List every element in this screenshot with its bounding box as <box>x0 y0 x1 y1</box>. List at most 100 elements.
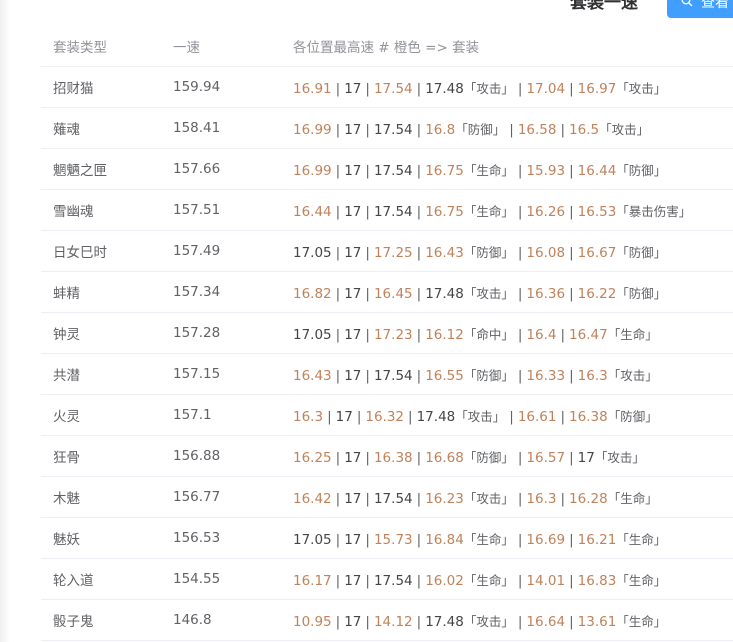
speed-cell: 159.94 <box>173 79 221 95</box>
positions-cell: 16.99 | 17 | 17.54 | 16.8「防御」 | 16.58 | 16.5「攻击」 <box>281 119 733 138</box>
position-speed: 17.54 <box>373 121 413 138</box>
position-speed: 17.04 <box>526 80 566 97</box>
main-stat-tag: 「防御」 <box>616 162 667 178</box>
set-type-cell: 钟灵 <box>53 327 80 343</box>
set-type-cell: 狂骨 <box>53 450 80 466</box>
position-speed: 16.53 <box>577 203 617 220</box>
separator: | <box>327 408 332 425</box>
position-speed: 17 <box>344 285 362 302</box>
position-speed: 17.05 <box>293 531 332 548</box>
page-title: 套装一速 <box>570 0 638 13</box>
position-speed: 16.42 <box>293 490 332 507</box>
separator: | <box>365 449 370 466</box>
set-type-cell: 魅妖 <box>53 532 80 548</box>
main-stat-tag: 「生命」 <box>616 613 667 629</box>
position-speed: 16.61 <box>517 408 557 425</box>
position-speed: 17 <box>335 408 353 425</box>
separator: | <box>416 490 422 507</box>
position-speed: 16.64 <box>526 613 566 630</box>
separator: | <box>517 162 523 179</box>
separator: | <box>517 572 523 589</box>
speed-cell: 157.1 <box>173 407 212 423</box>
separator: | <box>416 80 422 97</box>
separator: | <box>365 121 370 138</box>
position-speed: 16.32 <box>365 408 405 425</box>
set-type-cell: 火灵 <box>53 409 80 425</box>
position-speed: 16.12 <box>425 326 464 343</box>
position-speed: 16.25 <box>293 449 332 466</box>
main-stat-tag: 「生命」 <box>463 203 514 219</box>
position-speed: 16.5 <box>569 121 600 138</box>
table-row: 骰子鬼 146.8 10.95 | 17 | 14.12 | 17.48「攻击」 | 16.64 | 1… <box>41 600 733 641</box>
set-type-cell: 薙魂 <box>53 122 80 138</box>
main-stat-tag: 「暴击伤害」 <box>616 203 692 219</box>
view-button[interactable]: 查看 <box>667 0 733 18</box>
position-speed: 16.17 <box>293 572 332 589</box>
main-stat-tag: 「生命」 <box>463 572 514 588</box>
position-speed: 16.23 <box>425 490 464 507</box>
table-row: 薙魂 158.41 16.99 | 17 | 17.54 | 16.8「防御」 | 16.58 | 16… <box>41 108 733 149</box>
separator: | <box>365 367 370 384</box>
set-type-cell: 木魅 <box>53 491 80 507</box>
main-stat-tag: 「攻击」 <box>594 449 645 465</box>
position-speed: 17.48 <box>416 408 456 425</box>
separator: | <box>365 162 370 179</box>
main-stat-tag: 「生命」 <box>607 326 658 342</box>
table-row: 共潜 157.15 16.43 | 17 | 17.54 | 16.55「防御」 | 16.33 | 1… <box>41 354 733 395</box>
table-row: 木魅 156.77 16.42 | 17 | 17.54 | 16.23「攻击」 | 16.3 | 16… <box>41 477 733 518</box>
separator: | <box>335 613 341 630</box>
header-positions: 各位置最高速 # 橙色 => 套装 <box>293 40 480 56</box>
position-speed: 16.57 <box>526 449 566 466</box>
header-speed: 一速 <box>173 40 200 56</box>
speed-cell: 156.88 <box>173 448 221 464</box>
main-stat-tag: 「攻击」 <box>463 613 514 629</box>
table-row: 蚌精 157.34 16.82 | 17 | 16.45 | 17.48「攻击」 | 16.36 | 1… <box>41 272 733 313</box>
table-header: 套装类型 一速 各位置最高速 # 橙色 => 套装 <box>41 26 733 67</box>
set-type-cell: 轮入道 <box>53 573 94 589</box>
position-speed: 17.54 <box>373 80 413 97</box>
positions-cell: 17.05 | 17 | 17.23 | 16.12「命中」 | 16.4 | 16.47「生命」 <box>281 324 733 343</box>
separator: | <box>569 80 574 97</box>
position-speed: 17.54 <box>373 162 413 179</box>
main-stat-tag: 「生命」 <box>616 572 667 588</box>
separator: | <box>517 80 523 97</box>
position-speed: 16.83 <box>577 572 617 589</box>
separator: | <box>416 531 422 548</box>
separator: | <box>569 613 574 630</box>
separator: | <box>517 285 523 302</box>
position-speed: 16.3 <box>526 490 557 507</box>
separator: | <box>356 408 362 425</box>
table-row: 狂骨 156.88 16.25 | 17 | 16.38 | 16.68「防御」 | 16.57 | 1… <box>41 436 733 477</box>
separator: | <box>416 203 422 220</box>
main-stat-tag: 「攻击」 <box>607 367 658 383</box>
speed-cell: 157.51 <box>173 202 221 218</box>
position-speed: 16.4 <box>526 326 557 343</box>
main-stat-tag: 「攻击」 <box>463 490 514 506</box>
set-type-cell: 蚌精 <box>53 286 80 302</box>
position-speed: 16.99 <box>293 162 332 179</box>
position-speed: 16.22 <box>577 285 617 302</box>
position-speed: 16.69 <box>526 531 566 548</box>
position-speed: 17.48 <box>425 285 464 302</box>
position-speed: 16.3 <box>293 408 324 425</box>
table-row: 钟灵 157.28 17.05 | 17 | 17.23 | 16.12「命中」 | 16.4 | 16… <box>41 313 733 354</box>
position-speed: 16.8 <box>425 121 456 138</box>
separator: | <box>560 408 566 425</box>
separator: | <box>569 203 574 220</box>
main-stat-tag: 「生命」 <box>463 162 514 178</box>
main-stat-tag: 「命中」 <box>463 326 514 342</box>
position-speed: 16.38 <box>373 449 413 466</box>
position-speed: 17 <box>577 449 595 466</box>
main-stat-tag: 「攻击」 <box>463 285 514 301</box>
position-speed: 16.44 <box>293 203 332 220</box>
speed-cell: 157.66 <box>173 161 221 177</box>
table-row: 魅妖 156.53 17.05 | 17 | 15.73 | 16.84「生命」 | 16.69 | 1… <box>41 518 733 559</box>
positions-cell: 16.91 | 17 | 17.54 | 17.48「攻击」 | 17.04 | 16.97「攻击」 <box>281 78 733 97</box>
separator: | <box>569 285 574 302</box>
main-stat-tag: 「攻击」 <box>455 408 506 424</box>
separator: | <box>560 121 566 138</box>
separator: | <box>517 531 523 548</box>
separator: | <box>517 613 523 630</box>
separator: | <box>365 203 370 220</box>
separator: | <box>416 572 422 589</box>
